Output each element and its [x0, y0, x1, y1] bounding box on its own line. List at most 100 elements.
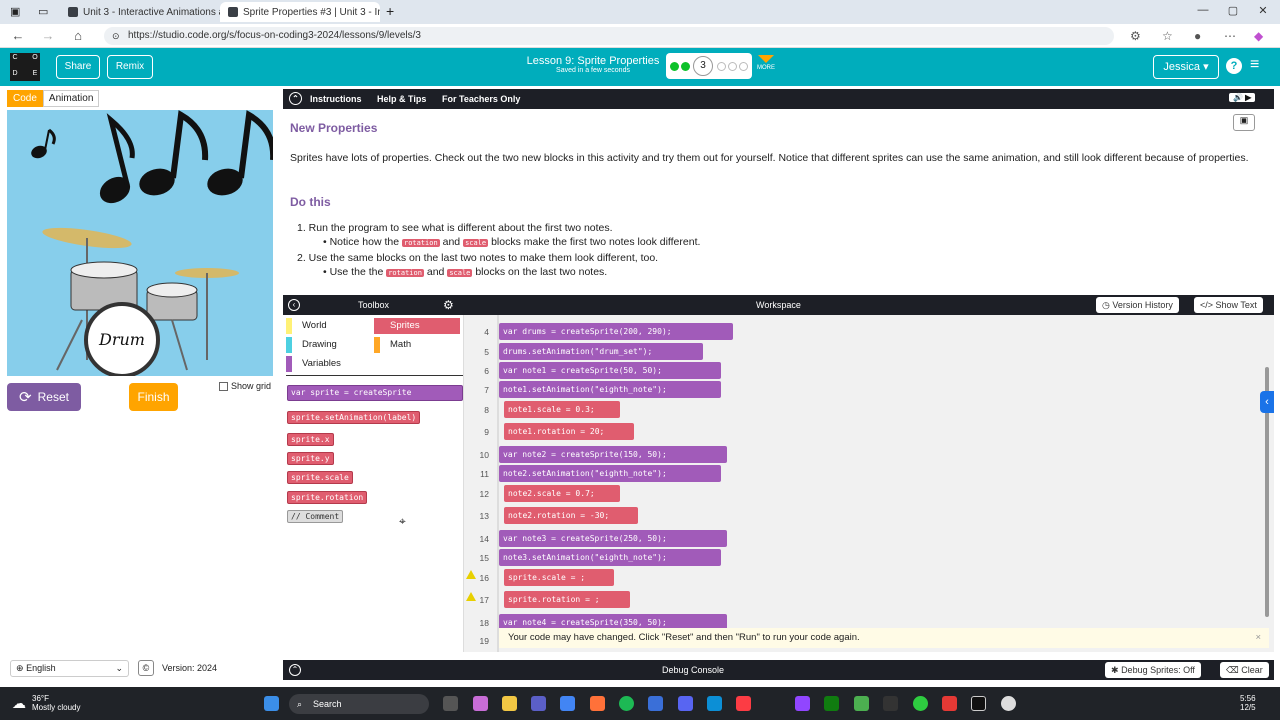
clear-button[interactable]: ⌫ Clear [1220, 662, 1269, 678]
code-line-17[interactable]: sprite.rotation = ; [504, 591, 630, 608]
taskbar-clock[interactable]: 5:56 12/5 [1240, 694, 1256, 712]
more-levels-button[interactable]: MORE [756, 55, 776, 71]
category-drawing[interactable]: Drawing [286, 337, 337, 353]
new-tab-button[interactable]: + [386, 3, 394, 19]
edge-icon[interactable] [707, 696, 722, 711]
more-icon[interactable]: ⋯ [1224, 29, 1236, 43]
block-comment[interactable]: // Comment [287, 510, 344, 523]
tab-help-tips[interactable]: Help & Tips [377, 94, 426, 104]
code-line-16[interactable]: sprite.scale = ; [504, 569, 614, 586]
level-dot-completed[interactable] [681, 62, 690, 71]
game-stage[interactable]: Drum [7, 110, 273, 376]
tab-animation[interactable]: Animation [42, 90, 100, 107]
spotify-icon[interactable] [619, 696, 634, 711]
favorites-icon[interactable]: ☆ [1162, 29, 1173, 43]
level-dot[interactable] [728, 62, 737, 71]
maximize-icon[interactable]: ▢ [1223, 4, 1243, 17]
xbox-icon[interactable] [824, 696, 839, 711]
code-line-10[interactable]: var note2 = createSprite(150, 50); [499, 446, 727, 463]
hamburger-menu-icon[interactable]: ≡ [1250, 56, 1259, 74]
close-window-icon[interactable]: ✕ [1253, 4, 1273, 17]
version-history-button[interactable]: ◷ Version History [1096, 297, 1179, 313]
show-grid-checkbox[interactable]: Show grid [219, 381, 271, 391]
close-icon[interactable]: × [1255, 628, 1261, 648]
share-button[interactable]: Share [56, 55, 100, 79]
warning-icon[interactable] [466, 570, 476, 579]
app-icon[interactable] [795, 696, 810, 711]
app-icon[interactable] [1001, 696, 1016, 711]
music-icon[interactable] [736, 696, 751, 711]
extensions-icon[interactable]: ⚙ [1130, 29, 1141, 43]
chrome-icon[interactable] [560, 696, 575, 711]
code-line-15[interactable]: note3.setAnimation("eighth_note"); [499, 549, 721, 566]
back-icon[interactable]: ← [10, 28, 26, 43]
app-icon[interactable] [854, 696, 869, 711]
discord-icon[interactable] [678, 696, 693, 711]
collapse-icon[interactable]: ⌃ [289, 92, 302, 105]
language-select[interactable]: ⊕ English ⌄ [10, 660, 129, 677]
category-math[interactable]: Math [374, 337, 411, 353]
remix-button[interactable]: Remix [107, 55, 153, 79]
app-icon[interactable] [648, 696, 663, 711]
code-line-13[interactable]: note2.rotation = -30; [504, 507, 638, 524]
app-icon[interactable] [913, 696, 928, 711]
block-set-animation[interactable]: sprite.setAnimation(label) [287, 411, 421, 424]
tab-code[interactable]: Code [7, 90, 43, 107]
side-panel-toggle-icon[interactable]: ‹ [1260, 391, 1274, 413]
checkbox-icon[interactable] [219, 381, 228, 391]
level-dot-completed[interactable] [670, 62, 679, 71]
copilot-icon[interactable]: ◆ [1254, 29, 1263, 43]
user-menu-button[interactable]: Jessica ▾ [1153, 55, 1219, 79]
block-sprite-rotation[interactable]: sprite.rotation [287, 491, 368, 504]
profile-icon[interactable]: ● [1194, 29, 1201, 43]
firefox-icon[interactable] [590, 696, 605, 711]
windows-start-icon[interactable] [264, 696, 279, 711]
category-variables[interactable]: Variables [286, 356, 341, 372]
block-sprite-scale[interactable]: sprite.scale [287, 471, 353, 484]
code-line-12[interactable]: note2.scale = 0.7; [504, 485, 620, 502]
taskbar-search[interactable]: ⌕ Search [289, 694, 429, 714]
tab-actions-icon[interactable]: ▭ [38, 5, 48, 18]
code-org-logo[interactable]: CO DE [10, 53, 40, 81]
code-line-4[interactable]: var drums = createSprite(200, 290); [499, 323, 733, 340]
code-line-6[interactable]: var note1 = createSprite(50, 50); [499, 362, 721, 379]
finish-button[interactable]: Finish [129, 383, 178, 411]
show-text-button[interactable]: </> Show Text [1194, 297, 1263, 313]
copyright-icon[interactable]: © [138, 660, 154, 676]
tab-for-teachers[interactable]: For Teachers Only [442, 94, 520, 104]
expand-icon[interactable]: ⌃ [289, 664, 301, 676]
speaker-icon[interactable]: 🔊 ▶ [1229, 93, 1256, 102]
browser-menu-icon[interactable]: ▣ [10, 5, 20, 18]
browser-tab-unit3[interactable]: Unit 3 - Interactive Animations an ✕ [60, 2, 220, 22]
forward-icon[interactable]: → [40, 28, 56, 43]
block-create-sprite[interactable]: var sprite = createSprite [287, 385, 463, 401]
app-icon[interactable] [942, 696, 957, 711]
block-sprite-y[interactable]: sprite.y [287, 452, 334, 465]
code-line-9[interactable]: note1.rotation = 20; [504, 423, 634, 440]
task-view-icon[interactable] [443, 696, 458, 711]
home-icon[interactable]: ⌂ [70, 28, 86, 43]
level-dot-current[interactable]: 3 [693, 56, 713, 76]
file-explorer-icon[interactable] [502, 696, 517, 711]
app-icon[interactable] [971, 696, 986, 711]
code-line-14[interactable]: var note3 = createSprite(250, 50); [499, 530, 727, 547]
code-line-5[interactable]: drums.setAnimation("drum_set"); [499, 343, 703, 360]
workspace-scrollbar[interactable] [1262, 317, 1272, 647]
code-workspace[interactable]: 4 5 6 7 8 9 10 11 12 13 14 15 16 17 18 1… [464, 315, 1274, 652]
teams-icon[interactable] [531, 696, 546, 711]
category-sprites[interactable]: Sprites [374, 318, 460, 334]
category-world[interactable]: World [286, 318, 327, 334]
immersive-reader-icon[interactable]: ▣ [1233, 114, 1255, 131]
minimize-icon[interactable]: — [1193, 4, 1213, 16]
code-line-11[interactable]: note2.setAnimation("eighth_note"); [499, 465, 721, 482]
reset-button[interactable]: ⟳ Reset [7, 383, 81, 411]
collapse-toolbox-icon[interactable]: ‹ [288, 299, 300, 311]
app-icon[interactable] [883, 696, 898, 711]
copilot-app-icon[interactable] [473, 696, 488, 711]
block-sprite-x[interactable]: sprite.x [287, 433, 334, 446]
level-dot[interactable] [739, 62, 748, 71]
weather-widget[interactable]: ☁ 36°F Mostly cloudy [12, 694, 80, 712]
site-info-icon[interactable]: ⊙ [112, 27, 120, 45]
warning-icon[interactable] [466, 592, 476, 601]
level-dot[interactable] [717, 62, 726, 71]
